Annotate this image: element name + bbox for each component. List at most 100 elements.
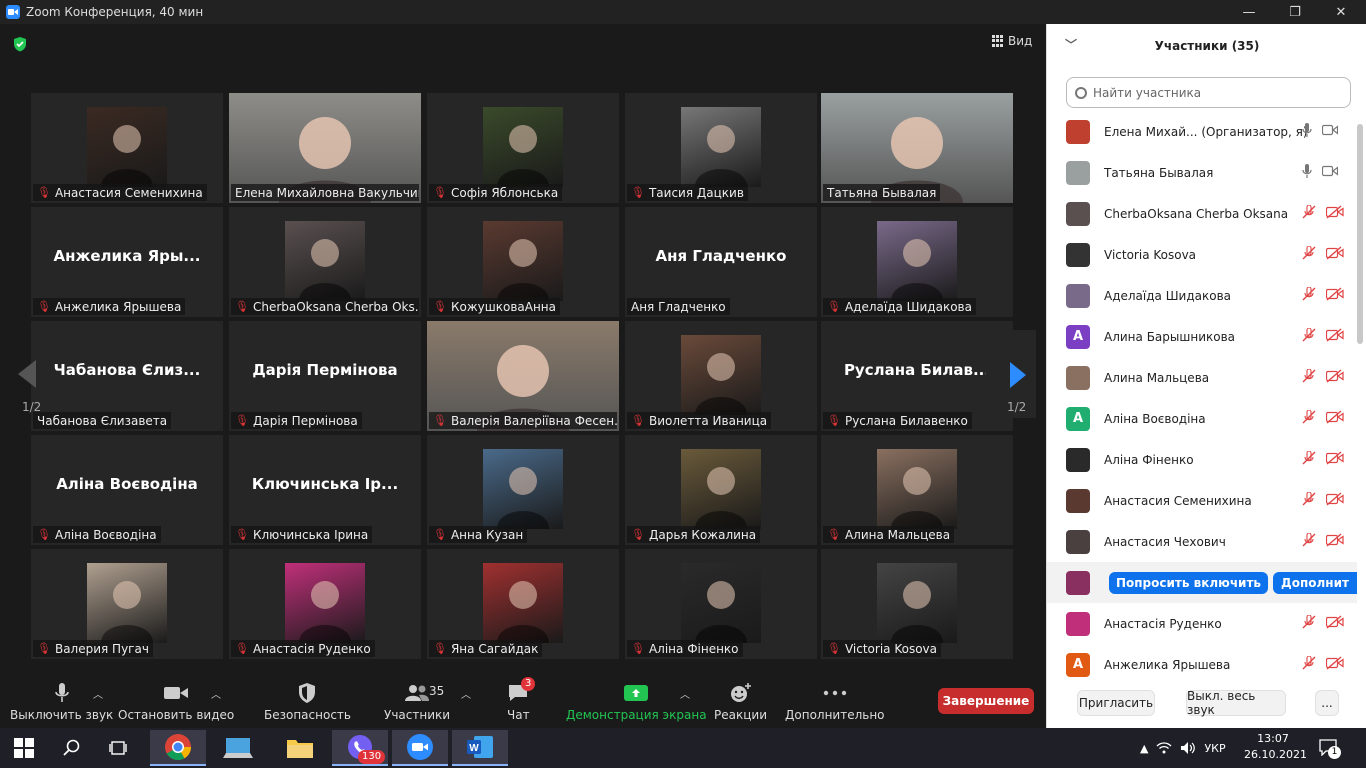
camera-off-icon[interactable] xyxy=(1325,245,1344,264)
end-meeting-button[interactable]: Завершение xyxy=(938,688,1034,714)
participant-list-scrollbar[interactable] xyxy=(1357,124,1363,344)
video-tile[interactable]: Анжелика Яры... 🎙 Анжелика Ярышева xyxy=(31,207,223,317)
video-tile[interactable]: 🎙 Алина Мальцева xyxy=(821,435,1013,545)
camera-off-icon[interactable] xyxy=(1325,491,1344,510)
volume-icon[interactable] xyxy=(1180,741,1196,755)
video-tile[interactable]: 🎙 КожушковаАнна xyxy=(427,207,619,317)
minimize-button[interactable]: — xyxy=(1226,0,1272,24)
participant-row[interactable]: Victoria Kosova xyxy=(1047,234,1357,275)
chrome-taskbar-button[interactable] xyxy=(150,730,206,766)
mic-off-icon[interactable] xyxy=(1302,285,1316,305)
mic-off-icon[interactable] xyxy=(1302,613,1316,633)
security-button[interactable]: Безопасность xyxy=(264,676,351,728)
wifi-icon[interactable] xyxy=(1156,742,1172,754)
video-tile[interactable]: Аліна Воєводіна 🎙 Аліна Воєводіна xyxy=(31,435,223,545)
participant-row[interactable]: А Аліна Воєводіна xyxy=(1047,398,1357,439)
restore-button[interactable]: ❐ xyxy=(1272,0,1318,24)
audio-options-chevron-icon[interactable]: ︿ xyxy=(93,686,103,701)
camera-on-icon[interactable] xyxy=(1321,124,1339,140)
collapse-chevron-icon[interactable]: ﹀ xyxy=(1065,36,1077,53)
video-tile[interactable]: 🎙 CherbaOksana Cherba Oks... xyxy=(229,207,421,317)
camera-off-icon[interactable] xyxy=(1325,286,1344,305)
camera-off-icon[interactable] xyxy=(1325,327,1344,346)
task-view-button[interactable] xyxy=(96,730,140,766)
mic-off-icon[interactable] xyxy=(1302,449,1316,469)
ask-unmute-button[interactable]: Попросить включить xyxy=(1109,571,1268,594)
mic-off-icon[interactable] xyxy=(1302,531,1316,551)
camera-off-icon[interactable] xyxy=(1325,450,1344,469)
camera-off-icon[interactable] xyxy=(1325,204,1344,223)
video-tile[interactable]: Чабанова Єлиз... Чабанова Єлизавета xyxy=(31,321,223,431)
participant-row[interactable]: Анастасия Семенихина xyxy=(1047,480,1357,521)
video-tile[interactable]: Ключинська Ір... 🎙 Ключинська Ірина xyxy=(229,435,421,545)
video-tile[interactable]: Руслана Билав... 🎙 Руслана Билавенко xyxy=(821,321,1013,431)
video-tile[interactable]: 🎙 Виолетта Иваница xyxy=(625,321,817,431)
participant-row[interactable]: Анастасія Руденко xyxy=(1047,603,1357,644)
notifications-button[interactable]: 1 xyxy=(1318,738,1341,759)
video-tile[interactable]: 🎙 Валерія Валеріївна Фесен... xyxy=(427,321,619,431)
invite-button[interactable]: Пригласить xyxy=(1077,690,1155,716)
video-tile[interactable]: Елена Михайловна Вакульчик xyxy=(229,93,421,203)
mic-on-icon[interactable] xyxy=(1302,122,1312,141)
video-tile[interactable]: 🎙 Софія Яблонська xyxy=(427,93,619,203)
language-indicator[interactable]: УКР xyxy=(1204,742,1225,755)
video-tile[interactable]: 🎙 Валерия Пугач xyxy=(31,549,223,659)
participant-search-input[interactable]: Найти участника xyxy=(1066,77,1351,108)
view-button[interactable]: Вид xyxy=(992,34,1032,48)
video-options-chevron-icon[interactable]: ︿ xyxy=(211,686,221,701)
mic-off-icon[interactable] xyxy=(1302,367,1316,387)
video-tile[interactable]: 🎙 Яна Сагайдак xyxy=(427,549,619,659)
reactions-button[interactable]: Реакции xyxy=(714,676,767,728)
mic-on-icon[interactable] xyxy=(1302,163,1312,182)
stop-video-button[interactable]: Остановить видео xyxy=(118,676,234,728)
video-tile[interactable]: Татьяна Бывалая xyxy=(821,93,1013,203)
mic-off-icon[interactable] xyxy=(1302,490,1316,510)
mic-off-icon[interactable] xyxy=(1302,654,1316,674)
word-taskbar-button[interactable]: W xyxy=(452,730,508,766)
participant-row[interactable]: Попросить включить Дополнит xyxy=(1047,562,1357,603)
computer-taskbar-button[interactable] xyxy=(210,730,266,766)
zoom-taskbar-button[interactable] xyxy=(392,730,448,766)
share-options-chevron-icon[interactable]: ︿ xyxy=(680,686,690,701)
tray-expand-icon[interactable]: ▲ xyxy=(1140,742,1148,755)
participant-row[interactable]: Аделаїда Шидакова xyxy=(1047,275,1357,316)
camera-off-icon[interactable] xyxy=(1325,614,1344,633)
explorer-taskbar-button[interactable] xyxy=(272,730,328,766)
video-tile[interactable]: Дарія Пермінова 🎙 Дарія Пермінова xyxy=(229,321,421,431)
video-tile[interactable]: 🎙 Анастасія Руденко xyxy=(229,549,421,659)
share-screen-button[interactable]: Демонстрация экрана xyxy=(566,676,707,728)
video-tile[interactable]: 🎙 Таисия Дацкив xyxy=(625,93,817,203)
participant-more-button[interactable]: Дополнит xyxy=(1273,571,1357,594)
camera-off-icon[interactable] xyxy=(1325,655,1344,674)
close-button[interactable]: ✕ xyxy=(1318,0,1364,24)
camera-off-icon[interactable] xyxy=(1325,532,1344,551)
participant-row[interactable]: А Алина Барышникова xyxy=(1047,316,1357,357)
video-tile[interactable]: 🎙 Дарья Кожалина xyxy=(625,435,817,545)
start-button[interactable] xyxy=(0,730,48,766)
search-taskbar-button[interactable] xyxy=(50,730,94,766)
clock[interactable]: 13:07 26.10.2021 xyxy=(1244,731,1307,763)
participant-row[interactable]: Елена Михай... (Организатор, я) xyxy=(1047,111,1357,152)
mic-off-icon[interactable] xyxy=(1302,203,1316,223)
participant-row[interactable]: Татьяна Бывалая xyxy=(1047,152,1357,193)
panel-more-button[interactable]: ... xyxy=(1315,690,1339,716)
mic-off-icon[interactable] xyxy=(1302,326,1316,346)
mic-off-icon[interactable] xyxy=(1302,408,1316,428)
video-tile[interactable]: 🎙 Анна Кузан xyxy=(427,435,619,545)
camera-on-icon[interactable] xyxy=(1321,165,1339,181)
video-tile[interactable]: 🎙 Аделаїда Шидакова xyxy=(821,207,1013,317)
participant-row[interactable]: CherbaOksana Cherba Oksana xyxy=(1047,193,1357,234)
video-tile[interactable]: Аня Гладченко Аня Гладченко xyxy=(625,207,817,317)
video-tile[interactable]: 🎙 Аліна Фіненко xyxy=(625,549,817,659)
more-button[interactable]: Дополнительно xyxy=(785,676,885,728)
video-tile[interactable]: 🎙 Victoria Kosova xyxy=(821,549,1013,659)
participant-row[interactable]: Аліна Фіненко xyxy=(1047,439,1357,480)
mic-off-icon[interactable] xyxy=(1302,244,1316,264)
mute-button[interactable]: Выключить звук xyxy=(10,676,113,728)
camera-off-icon[interactable] xyxy=(1325,368,1344,387)
next-page-arrow-icon[interactable] xyxy=(1010,362,1026,388)
prev-page-arrow-icon[interactable] xyxy=(18,360,36,388)
viber-taskbar-button[interactable]: 130 xyxy=(332,730,388,766)
camera-off-icon[interactable] xyxy=(1325,409,1344,428)
participant-row[interactable]: Алина Мальцева xyxy=(1047,357,1357,398)
